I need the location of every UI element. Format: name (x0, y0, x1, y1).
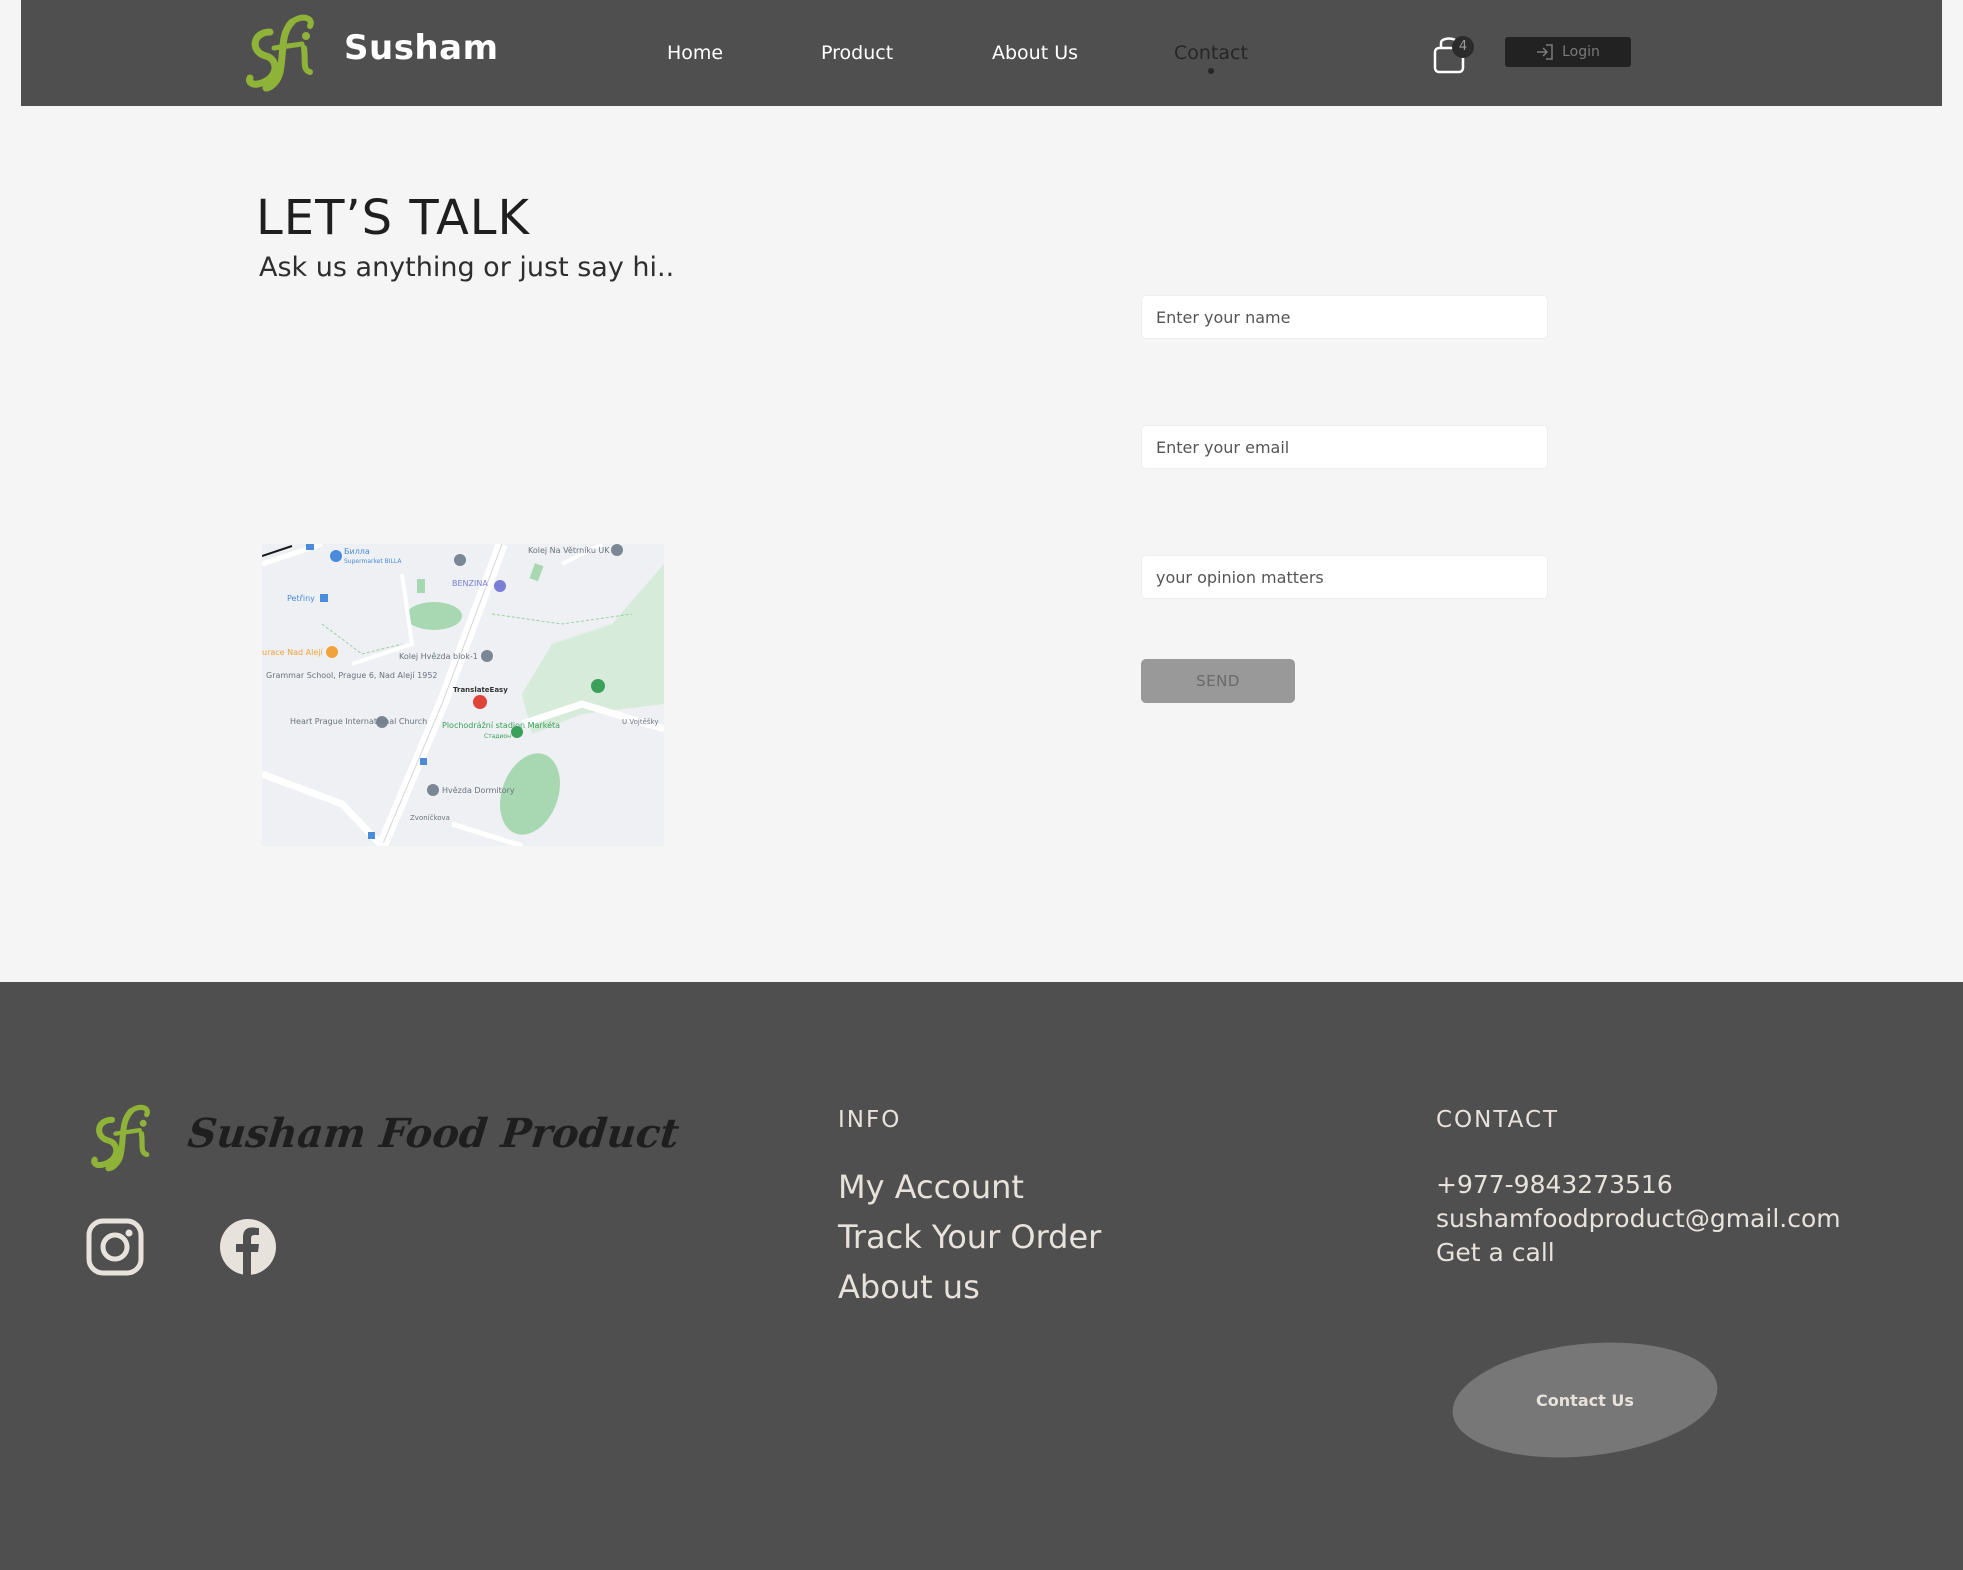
footer (0, 982, 1963, 1570)
footer-link-my-account[interactable]: My Account (838, 1168, 1024, 1206)
contact-us-label: Contact Us (1536, 1390, 1634, 1410)
info-heading: INFO (838, 1107, 902, 1133)
svg-text:BENZINA: BENZINA (452, 579, 488, 588)
svg-text:Билла: Билла (344, 547, 370, 556)
login-label: Login (1562, 44, 1600, 60)
email-input[interactable] (1141, 425, 1548, 469)
map-pin-icon (326, 646, 338, 658)
svg-text:U Vojtěšky: U Vojtěšky (622, 718, 658, 726)
cart-count-badge: 4 (1452, 36, 1474, 58)
name-input[interactable] (1141, 295, 1548, 339)
footer-link-about-us[interactable]: About us (838, 1268, 980, 1306)
nav-about-us[interactable]: About Us (992, 42, 1078, 64)
logo-icon[interactable] (240, 14, 330, 92)
login-icon (1537, 44, 1553, 60)
footer-link-track-order[interactable]: Track Your Order (838, 1218, 1101, 1256)
svg-text:Plochodrážní stadion Markéta: Plochodrážní stadion Markéta (442, 720, 560, 730)
footer-brand-name: Susham Food Product (185, 1110, 682, 1157)
svg-text:Heart Prague International Chu: Heart Prague International Church (290, 717, 427, 726)
svg-text:Zvoníčkova: Zvoníčkova (410, 814, 450, 822)
map-pin-icon (454, 554, 466, 566)
map-pin-icon (494, 580, 506, 592)
active-nav-indicator (1208, 68, 1214, 74)
svg-text:Hvězda Dormitory: Hvězda Dormitory (442, 786, 515, 795)
map-pin-icon (481, 650, 493, 662)
nav-product[interactable]: Product (821, 42, 893, 64)
contact-phone[interactable]: +977-9843273516 (1436, 1170, 1673, 1199)
login-button[interactable]: Login (1505, 37, 1631, 67)
contact-get-call[interactable]: Get a call (1436, 1238, 1555, 1267)
map-pin-icon (330, 550, 342, 562)
map-pin-icon (427, 784, 439, 796)
svg-text:Kolej Hvězda blok-1: Kolej Hvězda blok-1 (399, 652, 478, 661)
send-button[interactable]: SEND (1141, 659, 1295, 703)
page-title: LET’S TALK (256, 190, 531, 246)
svg-text:Kolej Na Větrníku UK: Kolej Na Větrníku UK (528, 546, 610, 555)
svg-text:Supermarket BILLA: Supermarket BILLA (344, 558, 402, 565)
brand-name[interactable]: Susham (344, 28, 499, 68)
svg-text:Petřiny: Petřiny (287, 594, 315, 603)
map-pin-icon (591, 679, 605, 693)
nav-contact[interactable]: Contact (1174, 42, 1248, 64)
opinion-input[interactable] (1141, 555, 1548, 599)
svg-text:urace Nad Alejí: urace Nad Alejí (262, 648, 323, 657)
facebook-icon[interactable] (219, 1218, 277, 1276)
nav-home[interactable]: Home (667, 42, 723, 64)
contact-heading: CONTACT (1436, 1107, 1560, 1133)
svg-text:Grammar School, Prague 6, Nad: Grammar School, Prague 6, Nad Alejí 1952 (266, 671, 438, 680)
map-pin-icon (611, 544, 623, 556)
map-pin-icon (473, 695, 487, 709)
svg-text:TranslateEasy: TranslateEasy (453, 686, 508, 694)
location-map[interactable]: Билла Supermarket BILLA Kolej Na Větrník… (262, 544, 664, 846)
instagram-icon[interactable] (86, 1218, 144, 1276)
svg-text:Стадион: Стадион (484, 733, 511, 740)
page-subtitle: Ask us anything or just say hi.. (259, 252, 675, 283)
contact-email[interactable]: sushamfoodproduct@gmail.com (1436, 1204, 1841, 1233)
footer-logo-icon (91, 1104, 150, 1172)
